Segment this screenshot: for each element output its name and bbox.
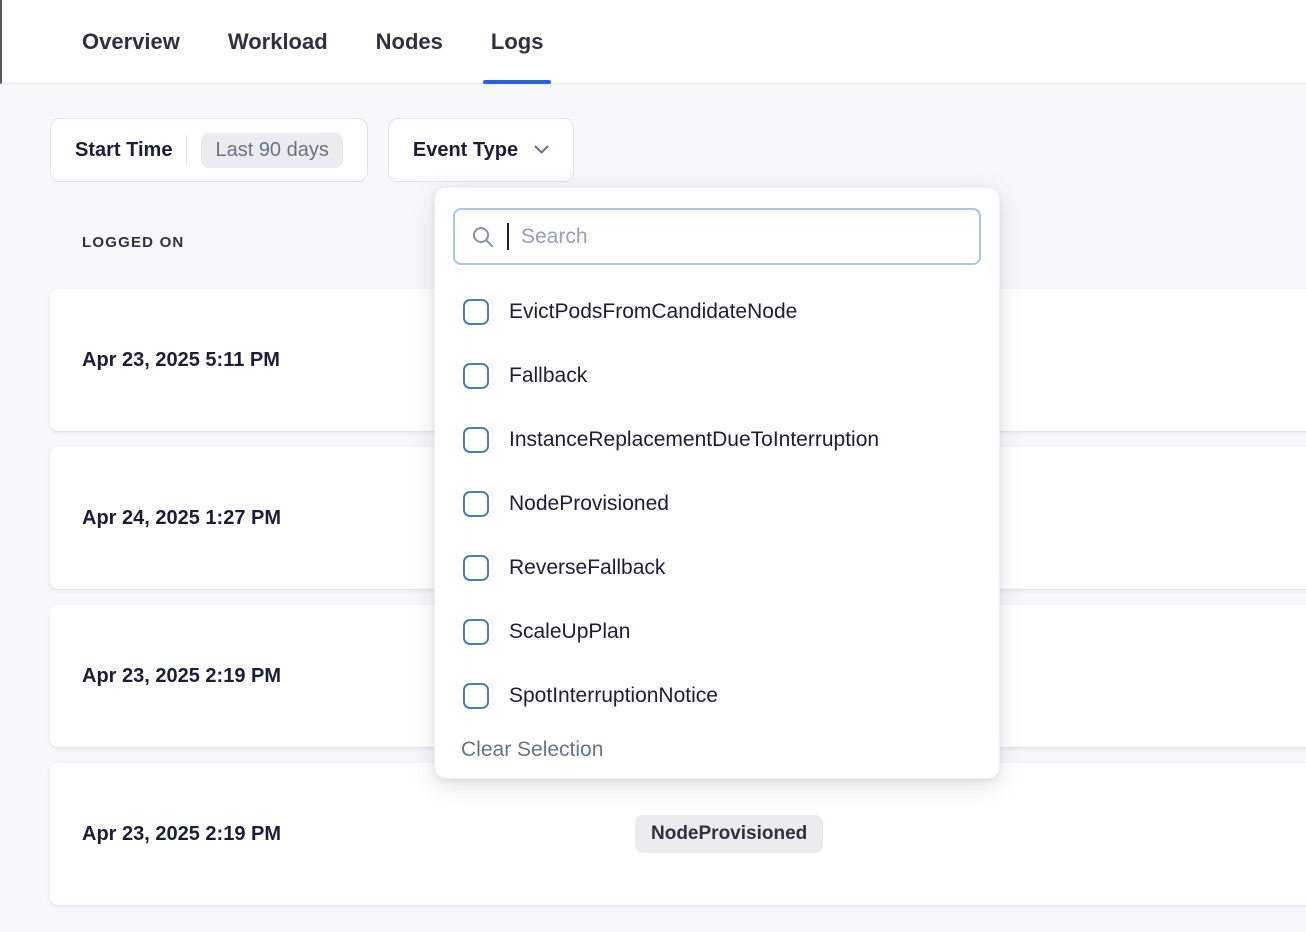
tab-overview[interactable]: Overview xyxy=(82,0,180,84)
start-time-label: Start Time xyxy=(75,139,172,162)
checkbox[interactable] xyxy=(463,555,489,581)
option-label: NodeProvisioned xyxy=(509,492,669,516)
option-instancereplacementduetointerruption[interactable]: InstanceReplacementDueToInterruption xyxy=(453,408,981,472)
dropdown-search-box xyxy=(453,208,981,265)
search-input[interactable] xyxy=(521,225,963,249)
checkbox[interactable] xyxy=(463,683,489,709)
search-icon xyxy=(471,225,495,249)
logged-on-cell: Apr 23, 2025 2:19 PM xyxy=(82,823,635,846)
start-time-filter-button[interactable]: Start Time Last 90 days xyxy=(50,118,368,182)
checkbox[interactable] xyxy=(463,427,489,453)
tab-nodes[interactable]: Nodes xyxy=(376,0,443,84)
event-type-label: Event Type xyxy=(413,139,518,162)
tab-logs[interactable]: Logs xyxy=(491,0,544,84)
option-nodeprovisioned[interactable]: NodeProvisioned xyxy=(453,472,981,536)
text-caret xyxy=(507,223,509,250)
tab-workload[interactable]: Workload xyxy=(228,0,328,84)
chevron-down-icon xyxy=(534,145,549,155)
checkbox[interactable] xyxy=(463,299,489,325)
option-label: InstanceReplacementDueToInterruption xyxy=(509,428,879,452)
filter-bar: Start Time Last 90 days Event Type xyxy=(50,118,1306,182)
tab-bar: Overview Workload Nodes Logs xyxy=(0,0,1306,84)
option-spotinterruptionnotice[interactable]: SpotInterruptionNotice xyxy=(453,664,981,728)
clear-selection-link[interactable]: Clear Selection xyxy=(453,738,603,762)
checkbox[interactable] xyxy=(463,491,489,517)
option-scaleupplan[interactable]: ScaleUpPlan xyxy=(453,600,981,664)
event-type-dropdown-panel: EvictPodsFromCandidateNode Fallback Inst… xyxy=(434,187,1000,779)
option-label: SpotInterruptionNotice xyxy=(509,684,718,708)
option-label: ReverseFallback xyxy=(509,556,665,580)
option-evictpodsfromcandidatenode[interactable]: EvictPodsFromCandidateNode xyxy=(453,280,981,344)
option-label: Fallback xyxy=(509,364,587,388)
filter-divider xyxy=(186,135,187,165)
event-type-filter-button[interactable]: Event Type xyxy=(388,118,574,182)
option-fallback[interactable]: Fallback xyxy=(453,344,981,408)
event-type-options: EvictPodsFromCandidateNode Fallback Inst… xyxy=(453,280,981,728)
event-type-badge: NodeProvisioned xyxy=(635,815,823,853)
checkbox[interactable] xyxy=(463,363,489,389)
option-label: ScaleUpPlan xyxy=(509,620,630,644)
option-reversefallback[interactable]: ReverseFallback xyxy=(453,536,981,600)
table-row[interactable]: Apr 23, 2025 2:19 PM NodeProvisioned xyxy=(50,763,1306,905)
start-time-value: Last 90 days xyxy=(201,133,342,168)
option-label: EvictPodsFromCandidateNode xyxy=(509,300,797,324)
checkbox[interactable] xyxy=(463,619,489,645)
